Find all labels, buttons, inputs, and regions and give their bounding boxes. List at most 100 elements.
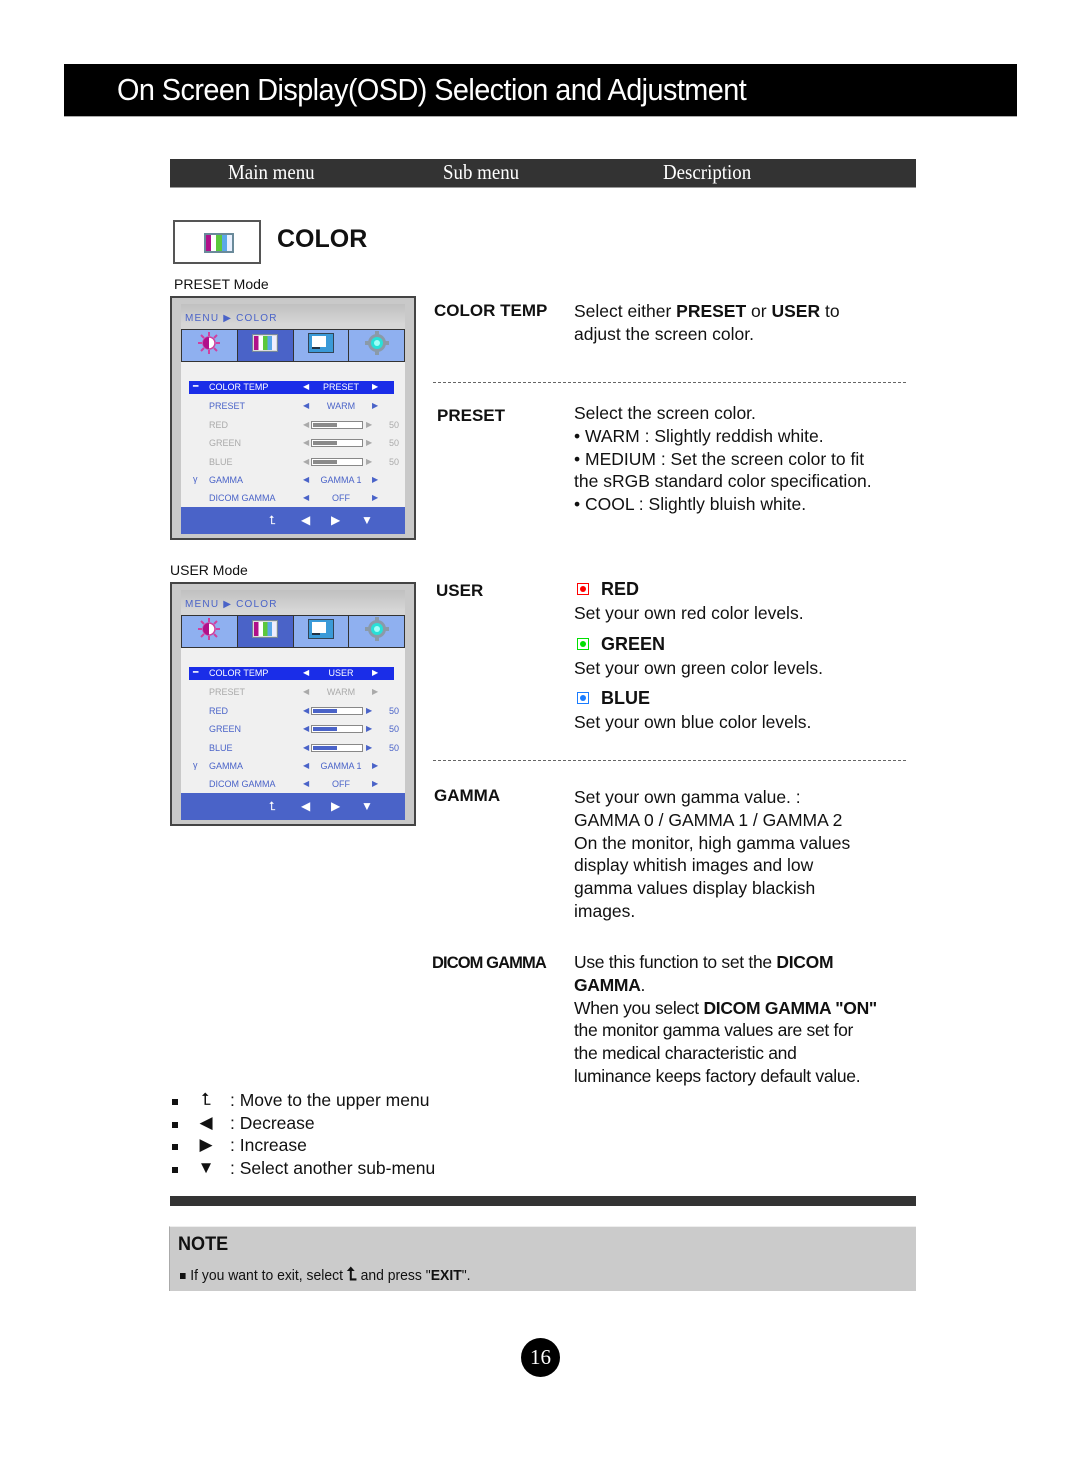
- increase-arrow-icon[interactable]: ▶: [366, 420, 372, 429]
- decrease-arrow-icon[interactable]: ◀: [303, 743, 309, 752]
- osd-slider[interactable]: [311, 744, 363, 752]
- page-title-bar: On Screen Display(OSD) Selection and Adj…: [64, 64, 1017, 117]
- osd-tab[interactable]: [349, 616, 404, 647]
- osd-row[interactable]: GREEN ◀ ▶ 50: [189, 437, 399, 450]
- increase-arrow-icon[interactable]: ▶: [372, 779, 378, 788]
- osd-row[interactable]: RED ◀ ▶ 50: [189, 419, 399, 432]
- page-title: On Screen Display(OSD) Selection and Adj…: [117, 72, 747, 107]
- left-arrow-icon[interactable]: ◀: [301, 799, 310, 813]
- osd-tab[interactable]: [182, 616, 238, 647]
- text: or: [746, 301, 772, 321]
- down-arrow-icon[interactable]: ▼: [361, 799, 373, 813]
- up-menu-icon[interactable]: ⮤: [269, 799, 276, 814]
- emph: DICOM: [776, 952, 834, 972]
- osd-tab[interactable]: [294, 616, 350, 647]
- osd-row-value: OFF: [332, 779, 350, 789]
- osd-row[interactable]: DICOM GAMMA ◀ OFF ▶: [189, 778, 394, 791]
- color-temp-icon: ━: [193, 381, 199, 391]
- increase-arrow-icon[interactable]: ▶: [372, 761, 378, 770]
- increase-arrow-icon[interactable]: ▶: [366, 706, 372, 715]
- note-box: NOTE If you want to exit, select ⮤ and p…: [169, 1226, 916, 1291]
- increase-arrow-icon[interactable]: ▶: [372, 687, 378, 696]
- text: Use this function to set the: [574, 952, 777, 972]
- osd-row-value: OFF: [332, 493, 350, 503]
- legend-item: ▶ : Increase: [172, 1135, 472, 1158]
- osd-row[interactable]: BLUE ◀ ▶ 50: [189, 742, 399, 755]
- decrease-arrow-icon[interactable]: ◀: [303, 420, 309, 429]
- osd-row[interactable]: GREEN ◀ ▶ 50: [189, 723, 399, 736]
- increase-arrow-icon[interactable]: ▶: [372, 668, 378, 677]
- increase-arrow-icon[interactable]: ▶: [372, 401, 378, 410]
- increase-arrow-icon[interactable]: ▶: [372, 382, 378, 391]
- osd-slider[interactable]: [311, 707, 363, 715]
- bullet-icon: [172, 1099, 178, 1105]
- decrease-arrow-icon[interactable]: ◀: [303, 706, 309, 715]
- osd-row[interactable]: γ GAMMA ◀ GAMMA 1 ▶: [189, 760, 394, 773]
- osd-row-label: GREEN: [209, 438, 242, 448]
- desc-preset: Select the screen color. • WARM : Slight…: [574, 402, 872, 516]
- legend-item: ⮤ : Move to the upper menu: [172, 1090, 472, 1113]
- osd-tab[interactable]: [294, 330, 350, 361]
- display-position-icon: [307, 619, 334, 644]
- down-arrow-icon[interactable]: ▼: [361, 513, 373, 527]
- decrease-arrow-icon[interactable]: ◀: [303, 438, 309, 447]
- increase-arrow-icon[interactable]: ▶: [372, 493, 378, 502]
- up-menu-icon[interactable]: ⮤: [269, 513, 276, 528]
- osd-row[interactable]: DICOM GAMMA ◀ OFF ▶: [189, 492, 394, 505]
- text: the medical characteristic and: [574, 1043, 797, 1064]
- osd-row-label: PRESET: [209, 401, 246, 411]
- osd-slider[interactable]: [311, 439, 363, 447]
- bullet-icon: [172, 1166, 178, 1173]
- osd-tab[interactable]: [237, 330, 294, 361]
- osd-row[interactable]: ━ COLOR TEMP ◀ PRESET ▶: [189, 381, 394, 394]
- text: and press ": [356, 1267, 431, 1284]
- decrease-arrow-icon[interactable]: ◀: [303, 457, 309, 466]
- header-description: Description: [663, 160, 752, 184]
- osd-row[interactable]: PRESET ◀ WARM ▶: [189, 686, 394, 699]
- osd-row-value: GAMMA 1: [320, 761, 362, 771]
- osd-row[interactable]: RED ◀ ▶ 50: [189, 705, 399, 718]
- increase-arrow-icon[interactable]: ▶: [366, 457, 372, 466]
- osd-slider[interactable]: [311, 421, 363, 429]
- text: If you want to exit, select: [190, 1267, 347, 1284]
- osd-row[interactable]: PRESET ◀ WARM ▶: [189, 400, 394, 413]
- text: When you select: [574, 997, 704, 1018]
- legend-text: : Increase: [230, 1135, 307, 1155]
- up-menu-icon: ⮤: [200, 1090, 212, 1109]
- emph: PRESET: [676, 301, 747, 321]
- text: ".: [461, 1267, 471, 1284]
- osd-row[interactable]: ━ COLOR TEMP ◀ USER ▶: [189, 667, 394, 680]
- decrease-arrow-icon[interactable]: ◀: [303, 724, 309, 733]
- blue-swatch-icon: [577, 691, 589, 704]
- color-temp-icon: ━: [193, 667, 199, 677]
- channel-text: Set your own red color levels.: [574, 603, 804, 623]
- osd-row-label: RED: [209, 706, 229, 716]
- right-arrow-icon[interactable]: ▶: [331, 513, 340, 527]
- osd-row-label: BLUE: [209, 743, 233, 753]
- desc-gamma: Set your own gamma value. : GAMMA 0 / GA…: [574, 786, 850, 923]
- term-gamma: GAMMA: [434, 786, 501, 805]
- increase-arrow-icon[interactable]: ▶: [366, 724, 372, 733]
- increase-arrow-icon[interactable]: ▶: [366, 438, 372, 447]
- increase-arrow-icon[interactable]: ▶: [366, 743, 372, 752]
- text: luminance keeps factory default value.: [574, 1065, 861, 1086]
- osd-tab[interactable]: [237, 616, 294, 647]
- osd-slider[interactable]: [311, 458, 363, 466]
- gamma-icon: γ: [193, 760, 198, 770]
- divider: [433, 382, 906, 383]
- text: to: [820, 301, 840, 321]
- osd-row-label: DICOM GAMMA: [209, 493, 276, 503]
- osd-row[interactable]: BLUE ◀ ▶ 50: [189, 456, 399, 469]
- increase-arrow-icon[interactable]: ▶: [372, 475, 378, 484]
- osd-slider[interactable]: [311, 725, 363, 733]
- right-arrow-icon[interactable]: ▶: [331, 799, 340, 813]
- picture-brightness-icon: [197, 617, 221, 646]
- page-number: 16: [521, 1338, 560, 1377]
- osd-tabs: [181, 329, 405, 362]
- note-title: NOTE: [178, 1234, 229, 1255]
- osd-tab[interactable]: [182, 330, 238, 361]
- term-user: USER: [436, 581, 484, 600]
- osd-tab[interactable]: [349, 330, 404, 361]
- left-arrow-icon[interactable]: ◀: [301, 513, 310, 527]
- osd-row[interactable]: γ GAMMA ◀ GAMMA 1 ▶: [189, 474, 394, 487]
